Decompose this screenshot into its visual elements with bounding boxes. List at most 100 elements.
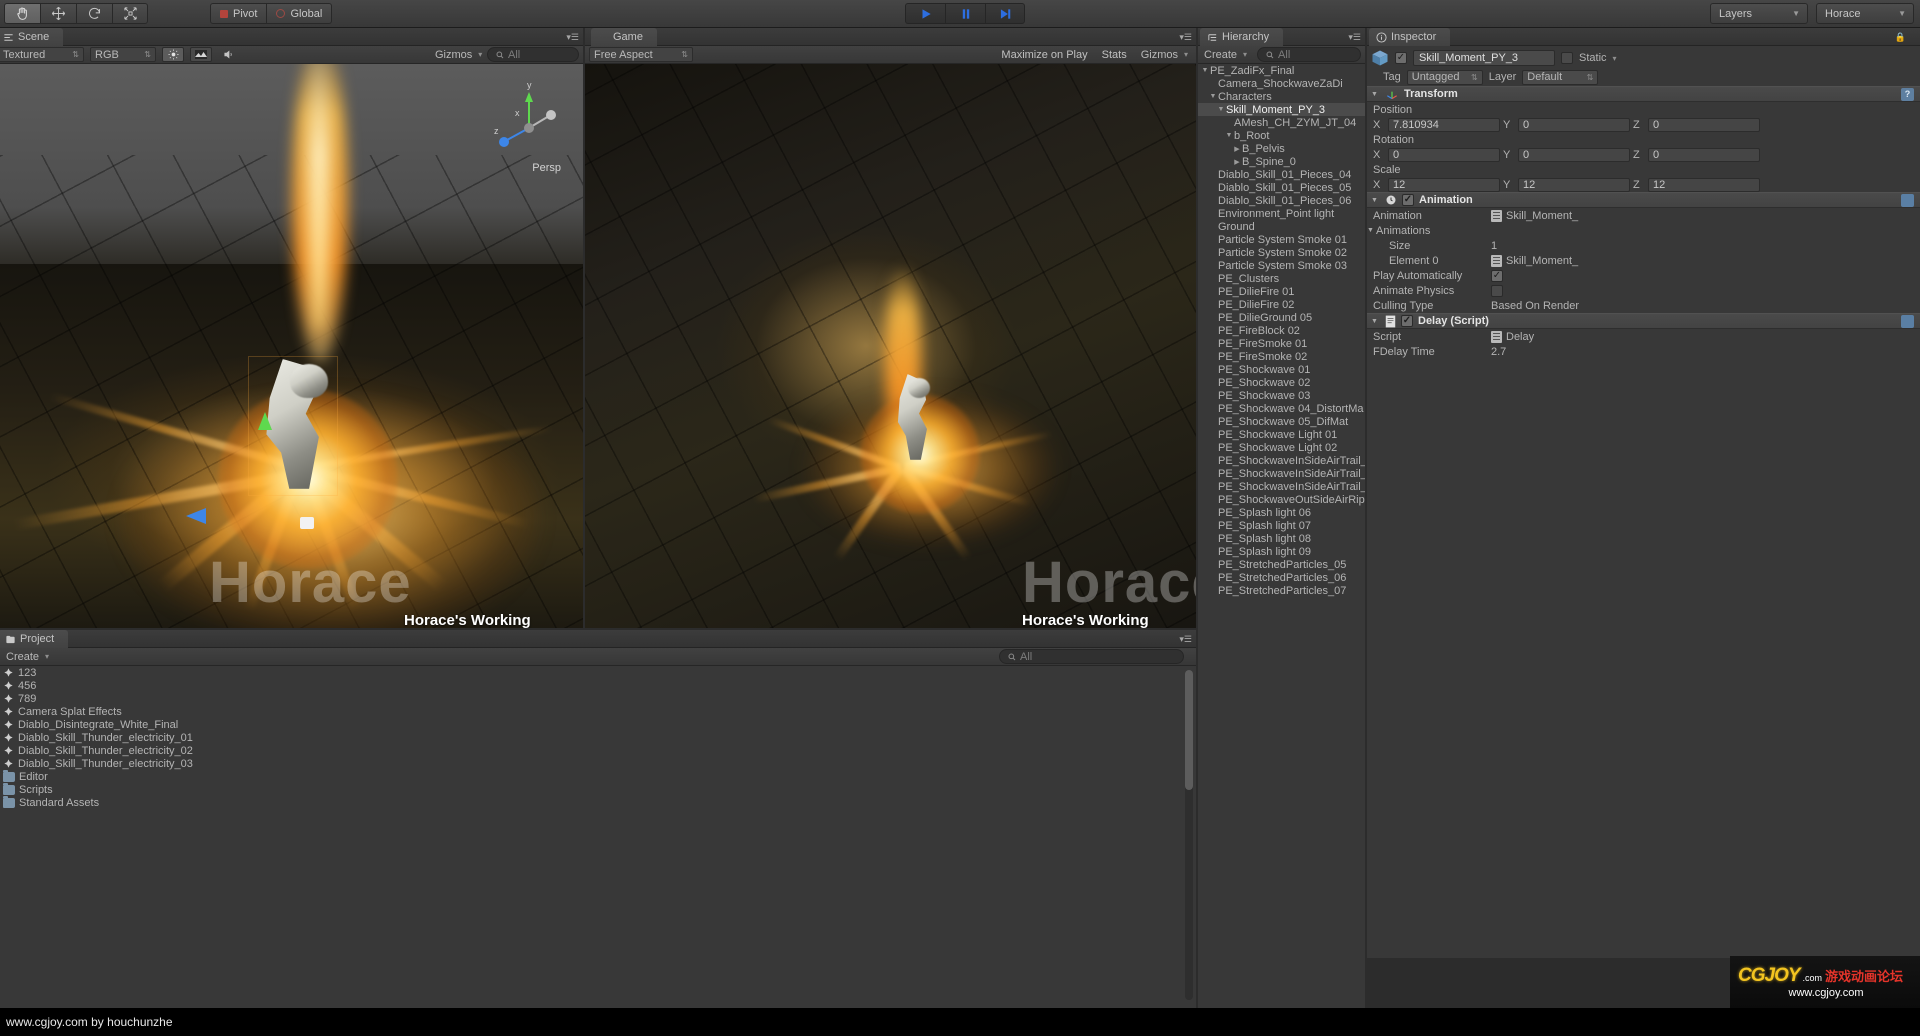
- animations-size-value[interactable]: 1: [1491, 240, 1497, 252]
- fold-triangle-icon[interactable]: ▼: [1371, 197, 1380, 204]
- project-item[interactable]: Diablo_Disintegrate_White_Final: [0, 718, 1196, 731]
- inspector-lock-icon[interactable]: 🔒: [1895, 32, 1906, 43]
- game-gizmos-dropdown[interactable]: Gizmos ▾: [1137, 47, 1192, 62]
- project-search-input[interactable]: All: [999, 649, 1184, 664]
- play-automatically-checkbox[interactable]: ✓: [1491, 269, 1503, 282]
- hierarchy-list[interactable]: ▼ PE_ZadiFx_Final Camera_ShockwaveZaDi ▼ Cha…: [1198, 64, 1365, 1008]
- position-x-field[interactable]: 7.810934: [1388, 117, 1500, 132]
- hierarchy-item[interactable]: PE_Splash light 08: [1198, 532, 1365, 545]
- fdelay-time-value[interactable]: 2.7: [1491, 346, 1506, 358]
- project-scrollbar[interactable]: [1185, 670, 1193, 1000]
- chevron-right-icon[interactable]: ▶: [1232, 158, 1242, 166]
- hierarchy-item[interactable]: PE_Splash light 06: [1198, 506, 1365, 519]
- gameobject-name-field[interactable]: Skill_Moment_PY_3: [1413, 50, 1555, 66]
- scene-view-gizmo[interactable]: y z x: [491, 78, 561, 158]
- hierarchy-item[interactable]: PE_ShockwaveOutSideAirRip: [1198, 493, 1365, 506]
- chevron-down-icon[interactable]: ▼: [1208, 93, 1218, 100]
- scene-projection-label[interactable]: Persp: [532, 162, 561, 174]
- hierarchy-item[interactable]: PE_Splash light 07: [1198, 519, 1365, 532]
- hierarchy-item[interactable]: PE_ShockwaveInSideAirTrail_: [1198, 467, 1365, 480]
- hierarchy-item[interactable]: AMesh_CH_ZYM_JT_04: [1198, 116, 1365, 129]
- scale-z-field[interactable]: 12: [1648, 177, 1760, 192]
- project-list[interactable]: 123 456 789 Camera Splat Effects Diablo_Disi…: [0, 666, 1196, 1008]
- move-gizmo-x[interactable]: [186, 508, 206, 524]
- hierarchy-item[interactable]: Camera_ShockwaveZaDi: [1198, 77, 1365, 90]
- hierarchy-item[interactable]: ▼ Characters: [1198, 90, 1365, 103]
- position-z-field[interactable]: 0: [1648, 117, 1760, 132]
- position-y-field[interactable]: 0: [1518, 117, 1630, 132]
- animation-enabled-checkbox[interactable]: ✓: [1402, 194, 1414, 206]
- project-item[interactable]: Diablo_Skill_Thunder_electricity_01: [0, 731, 1196, 744]
- animation-clip-field[interactable]: Skill_Moment_: [1491, 209, 1578, 222]
- static-dropdown-arrow[interactable]: ▾: [1613, 54, 1617, 63]
- hierarchy-item[interactable]: ▼ PE_ZadiFx_Final: [1198, 64, 1365, 77]
- hierarchy-item[interactable]: PE_StretchedParticles_06: [1198, 571, 1365, 584]
- help-icon[interactable]: ?: [1901, 87, 1914, 101]
- scene-viewport[interactable]: Horace Horace's Working QQ:48788492 y z …: [0, 64, 583, 628]
- hierarchy-item[interactable]: PE_Shockwave Light 02: [1198, 441, 1365, 454]
- hierarchy-item[interactable]: Environment_Point light: [1198, 207, 1365, 220]
- tab-scene[interactable]: Scene: [0, 28, 64, 46]
- hierarchy-item[interactable]: Diablo_Skill_01_Pieces_05: [1198, 181, 1365, 194]
- project-create-dropdown[interactable]: Create ▾: [4, 649, 53, 664]
- project-item[interactable]: 123: [0, 666, 1196, 679]
- fold-triangle-icon[interactable]: ▼: [1367, 227, 1376, 234]
- project-item[interactable]: 456: [0, 679, 1196, 692]
- rotation-z-field[interactable]: 0: [1648, 147, 1760, 162]
- hierarchy-item[interactable]: PE_DilieGround 05: [1198, 311, 1365, 324]
- component-settings-icon[interactable]: [1901, 314, 1914, 328]
- hierarchy-item[interactable]: PE_ShockwaveInSideAirTrail_: [1198, 480, 1365, 493]
- play-button[interactable]: [905, 3, 945, 24]
- project-panel-menu-icon[interactable]: ▾☰: [1179, 634, 1192, 645]
- project-item[interactable]: 789: [0, 692, 1196, 705]
- chevron-down-icon[interactable]: ▼: [1216, 106, 1226, 113]
- hierarchy-item[interactable]: PE_FireBlock 02: [1198, 324, 1365, 337]
- rotation-y-field[interactable]: 0: [1518, 147, 1630, 162]
- scene-search-input[interactable]: All: [487, 47, 579, 62]
- pivot-toggle-button[interactable]: Pivot: [210, 3, 268, 24]
- global-toggle-button[interactable]: Global: [267, 3, 333, 24]
- hierarchy-item[interactable]: Ground: [1198, 220, 1365, 233]
- hierarchy-item[interactable]: Diablo_Skill_01_Pieces_04: [1198, 168, 1365, 181]
- layers-dropdown[interactable]: Layers ▼: [1710, 3, 1808, 24]
- hierarchy-item[interactable]: PE_FireSmoke 01: [1198, 337, 1365, 350]
- project-item[interactable]: Diablo_Skill_Thunder_electricity_03: [0, 757, 1196, 770]
- scale-x-field[interactable]: 12: [1388, 177, 1500, 192]
- hierarchy-item[interactable]: ▼ b_Root: [1198, 129, 1365, 142]
- pause-button[interactable]: [945, 3, 985, 24]
- hierarchy-item[interactable]: PE_Splash light 09: [1198, 545, 1365, 558]
- hierarchy-item[interactable]: Particle System Smoke 01: [1198, 233, 1365, 246]
- scene-audio-toggle[interactable]: [218, 49, 238, 60]
- hierarchy-panel-menu-icon[interactable]: ▾☰: [1348, 32, 1361, 43]
- move-gizmo-y[interactable]: [258, 412, 272, 430]
- hierarchy-item[interactable]: PE_Shockwave 01: [1198, 363, 1365, 376]
- project-scrollbar-thumb[interactable]: [1185, 670, 1193, 790]
- gameobject-active-checkbox[interactable]: ✓: [1395, 52, 1407, 64]
- project-item[interactable]: Standard Assets: [0, 795, 1196, 809]
- project-item[interactable]: Scripts: [0, 782, 1196, 796]
- delay-component-header[interactable]: ▼ ✓ Delay (Script): [1367, 313, 1920, 329]
- fold-triangle-icon[interactable]: ▼: [1371, 318, 1380, 325]
- hierarchy-item[interactable]: ▼ Skill_Moment_PY_3: [1198, 103, 1365, 116]
- hierarchy-item[interactable]: PE_DilieFire 01: [1198, 285, 1365, 298]
- chevron-down-icon[interactable]: ▼: [1224, 132, 1234, 139]
- transform-component-header[interactable]: ▼ Transform ?: [1367, 86, 1920, 102]
- stats-toggle[interactable]: Stats: [1098, 49, 1131, 61]
- game-aspect-dropdown[interactable]: Free Aspect ⇅: [589, 47, 693, 62]
- static-checkbox[interactable]: ✓: [1561, 52, 1573, 64]
- hierarchy-item[interactable]: PE_Clusters: [1198, 272, 1365, 285]
- tab-project[interactable]: Project: [0, 630, 69, 648]
- hierarchy-item[interactable]: Diablo_Skill_01_Pieces_06: [1198, 194, 1365, 207]
- component-settings-icon[interactable]: [1901, 193, 1914, 207]
- scene-fx-toggle[interactable]: [190, 47, 212, 62]
- scene-rendermode-dropdown[interactable]: RGB ⇅: [90, 47, 156, 62]
- move-gizmo-center[interactable]: [300, 517, 314, 529]
- hierarchy-search-input[interactable]: All: [1257, 47, 1361, 62]
- maximize-on-play-toggle[interactable]: Maximize on Play: [997, 49, 1091, 61]
- scene-panel-menu-icon[interactable]: ▾☰: [566, 32, 579, 43]
- hierarchy-item[interactable]: ▶ B_Spine_0: [1198, 155, 1365, 168]
- hierarchy-item[interactable]: PE_Shockwave 05_DifMat: [1198, 415, 1365, 428]
- scene-lighting-toggle[interactable]: [162, 47, 184, 62]
- hierarchy-item[interactable]: PE_FireSmoke 02: [1198, 350, 1365, 363]
- delay-enabled-checkbox[interactable]: ✓: [1401, 315, 1413, 327]
